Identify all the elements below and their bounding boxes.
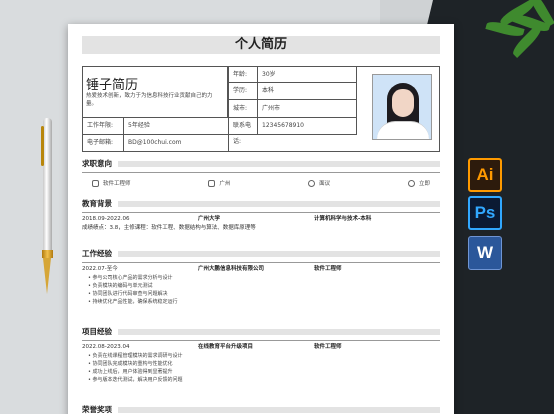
- project-row: 2022.08-2023.04 在线教育平台升级项目 软件工程师: [82, 344, 342, 350]
- work-row: 2022.07-至今 广州大鹏信息科技有限公司 软件工程师: [82, 266, 342, 272]
- awards-section: 荣誉奖项: [82, 404, 440, 414]
- resume-paper: 个人简历 锤子简历 热爱技术创新，致力于为信息科技行业贡献自己的力量。 年龄: …: [68, 24, 454, 414]
- age-label: 年龄:: [228, 66, 258, 83]
- intent-salary: 面议: [308, 179, 330, 187]
- work-section: 工作经验 2022.07-至今 广州大鹏信息科技有限公司 软件工程师 • 参与公…: [82, 248, 440, 306]
- edu-value: 本科: [257, 82, 357, 100]
- clock-icon: [407, 179, 415, 187]
- building-icon: [208, 179, 216, 187]
- exp-value: 5年经验: [123, 117, 229, 135]
- money-icon: [308, 179, 316, 187]
- education-detail: 成绩绩点：3.8，主修课程：软件工程、数据结构与算法、数据库原理等: [82, 225, 256, 231]
- candidate-photo: [372, 74, 432, 140]
- intent-section: 求职意向 软件工程师 广州 面议 立即: [82, 158, 440, 187]
- resume-title: 个人简历: [82, 36, 440, 54]
- education-row: 2018.09-2022.06 广州大学 计算机科学与技术-本科: [82, 216, 372, 222]
- briefcase-icon: [92, 179, 99, 187]
- project-section: 项目经验 2022.08-2023.04 在线教育平台升级项目 软件工程师 • …: [82, 326, 440, 384]
- list-item: • 协同团队完成模块的重构与性能优化: [88, 361, 173, 367]
- pen-decoration: [40, 118, 54, 298]
- city-label: 城市:: [228, 99, 258, 118]
- email-label: 电子邮箱:: [82, 134, 124, 152]
- word-icon: W: [468, 236, 502, 270]
- photoshop-icon: Ps: [468, 196, 502, 230]
- phone-label: 联系电话:: [228, 117, 258, 145]
- age-value: 30岁: [257, 66, 357, 83]
- plant-decoration: [478, 0, 554, 62]
- edu-label: 学历:: [228, 82, 258, 100]
- awards-heading: 荣誉奖项: [82, 404, 440, 414]
- intent-heading: 求职意向: [82, 158, 440, 170]
- email-value: BD@100chui.com: [123, 134, 229, 152]
- city-value: 广州市: [257, 99, 357, 118]
- education-section: 教育背景 2018.09-2022.06 广州大学 计算机科学与技术-本科 成绩…: [82, 198, 440, 233]
- education-heading: 教育背景: [82, 198, 440, 210]
- work-heading: 工作经验: [82, 248, 440, 260]
- exp-label: 工作年限:: [82, 117, 124, 135]
- intent-city: 广州: [208, 179, 230, 187]
- project-heading: 项目经验: [82, 326, 440, 338]
- candidate-name: 锤子简历: [86, 78, 139, 93]
- phone-value: 12345678910: [257, 117, 357, 135]
- list-item: • 协同团队进行代码审查与问题解决: [88, 291, 168, 297]
- candidate-motto: 热爱技术创新，致力于为信息科技行业贡献自己的力量。: [86, 93, 213, 107]
- list-item: • 参与版本迭代测试，解决用户反馈的问题: [88, 377, 183, 383]
- list-item: • 持续优化产品性能，确保系统稳定运行: [88, 299, 178, 305]
- list-item: • 参与公司核心产品的需求分析与设计: [88, 275, 173, 281]
- illustrator-icon: Ai: [468, 158, 502, 192]
- list-item: • 负责在线课程管理模块的需求调研与设计: [88, 353, 183, 359]
- list-item: • 负责模块的编码与单元测试: [88, 283, 153, 289]
- intent-job: 软件工程师: [92, 179, 131, 187]
- list-item: • 成功上线后，用户体验得到显著提升: [88, 369, 173, 375]
- intent-status: 立即: [407, 179, 430, 187]
